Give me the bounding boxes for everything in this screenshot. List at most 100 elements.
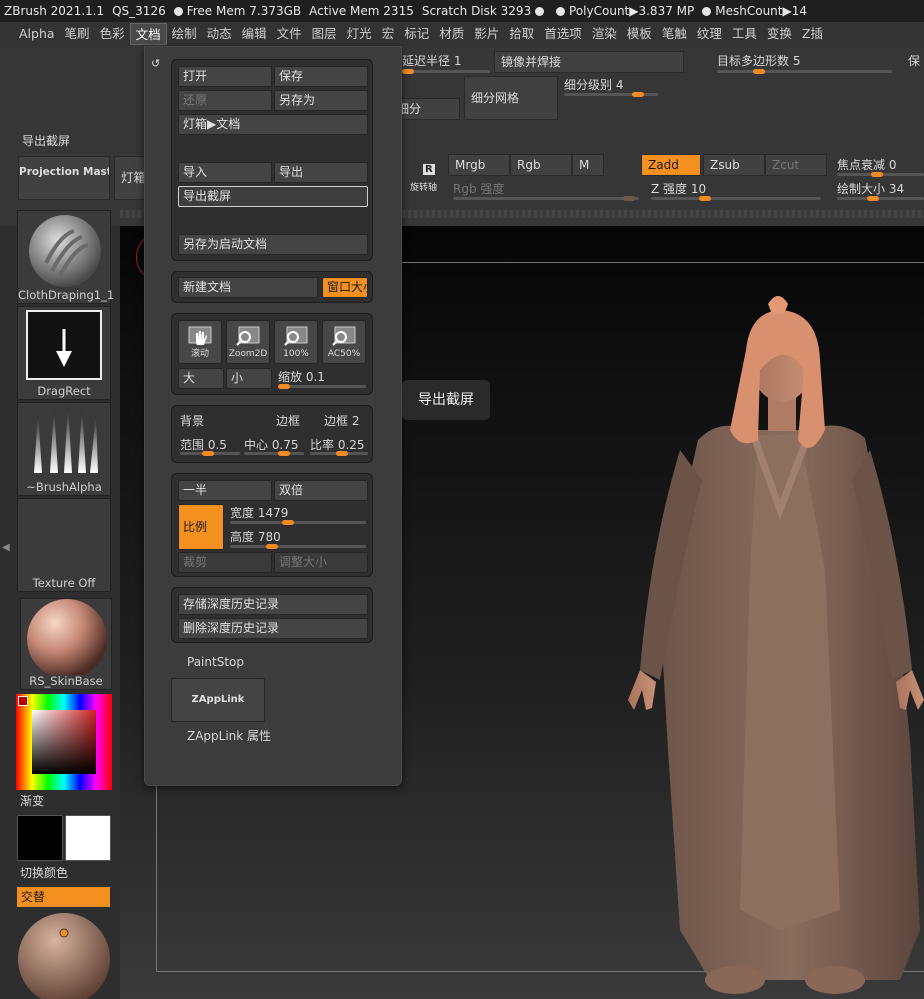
rotate-axis-label[interactable]: 旋转轴 <box>410 180 437 193</box>
paintstop-label[interactable]: PaintStop <box>187 655 244 669</box>
half-button[interactable]: 一半 <box>178 480 272 501</box>
zapplink-properties-label[interactable]: ZAppLink 属性 <box>187 727 271 744</box>
range-track[interactable] <box>180 451 240 456</box>
target-poly-track[interactable] <box>717 69 892 74</box>
height-slider[interactable]: 高度 780 <box>230 528 281 545</box>
menu-item[interactable]: 灯光 <box>342 23 377 45</box>
draw-size-slider[interactable]: 绘制大小 34 <box>837 180 904 197</box>
collapse-arrow-icon[interactable]: ◀ <box>2 542 10 562</box>
material-thumbnail[interactable]: RS_SkinBase <box>20 598 112 690</box>
slider-knob[interactable] <box>623 196 635 201</box>
slider-knob[interactable] <box>632 92 644 97</box>
color-picker[interactable] <box>16 694 112 790</box>
export-screen-button[interactable]: 导出截屏 <box>178 186 368 207</box>
menu-item[interactable]: 宏 <box>377 23 400 45</box>
store-depth-history-button[interactable]: 存储深度历史记录 <box>178 594 368 615</box>
draw-size-track[interactable] <box>837 196 924 201</box>
target-poly-slider[interactable]: 目标多边形数 5 <box>717 52 800 69</box>
slider-knob[interactable] <box>753 69 765 74</box>
open-button[interactable]: 打开 <box>178 66 272 87</box>
height-track[interactable] <box>230 544 366 549</box>
menu-item[interactable]: 笔触 <box>657 23 692 45</box>
slider-knob[interactable] <box>282 520 294 525</box>
import-button[interactable]: 导入 <box>178 162 272 183</box>
slider-knob[interactable] <box>278 451 290 456</box>
brush-thumbnail[interactable]: ClothDraping1_1 <box>17 210 114 304</box>
zadd-button[interactable]: Zadd <box>641 154 701 176</box>
menu-item[interactable]: 纹理 <box>692 23 727 45</box>
half-size-button[interactable]: AC50% <box>322 320 366 364</box>
gradient-label[interactable]: 渐变 <box>20 792 44 809</box>
menu-item[interactable]: 拾取 <box>504 23 539 45</box>
small-button[interactable]: 小 <box>226 368 272 389</box>
alpha-thumbnail[interactable]: ~BrushAlpha <box>17 402 111 496</box>
save-right-button[interactable]: 保 <box>908 52 920 69</box>
switch-color-button[interactable]: 切换颜色 <box>20 864 68 881</box>
delete-depth-history-button[interactable]: 删除深度历史记录 <box>178 618 368 639</box>
center-slider[interactable]: 中心 0.75 <box>244 436 299 453</box>
slider-knob[interactable] <box>402 69 414 74</box>
rgb-strength-track[interactable] <box>453 196 639 201</box>
slider-knob[interactable] <box>699 196 711 201</box>
menu-item[interactable]: Z插 <box>797 23 828 45</box>
menu-item[interactable]: 图层 <box>307 23 342 45</box>
slider-knob[interactable] <box>266 544 278 549</box>
menu-item[interactable]: 编辑 <box>237 23 272 45</box>
zsub-button[interactable]: Zsub <box>703 154 765 176</box>
rgb-strength-slider[interactable]: Rgb 强度 <box>453 180 504 197</box>
projection-master-button[interactable]: Projection Master <box>18 156 110 200</box>
mrgb-button[interactable]: Mrgb <box>448 154 510 176</box>
main-color-swatch[interactable] <box>17 815 63 861</box>
sculpted-character-model[interactable] <box>620 290 924 999</box>
menu-item[interactable]: 绘制 <box>167 23 202 45</box>
subdiv-level-track[interactable] <box>564 92 658 97</box>
z-intensity-track[interactable] <box>651 196 821 201</box>
menu-item[interactable]: 文档 <box>129 23 167 45</box>
new-document-button[interactable]: 新建文档 <box>178 277 318 298</box>
lightbox-documents-button[interactable]: 灯箱▶文档 <box>178 114 368 135</box>
refresh-icon[interactable]: ↺ <box>151 57 163 70</box>
slider-knob[interactable] <box>202 451 214 456</box>
zcut-button[interactable]: Zcut <box>765 154 827 176</box>
focal-shift-track[interactable] <box>837 172 924 177</box>
mirror-weld-button[interactable]: 镜像并焊接 <box>494 51 684 73</box>
menu-item[interactable]: 文件 <box>272 23 307 45</box>
menu-item[interactable]: 色彩 <box>95 23 130 45</box>
delay-radius-track[interactable] <box>402 69 490 74</box>
export-button[interactable]: 导出 <box>274 162 368 183</box>
menu-item[interactable]: 动态 <box>202 23 237 45</box>
width-slider[interactable]: 宽度 1479 <box>230 504 288 521</box>
slider-knob[interactable] <box>867 196 879 201</box>
double-button[interactable]: 双倍 <box>274 480 368 501</box>
save-as-button[interactable]: 另存为 <box>274 90 368 111</box>
crop-button[interactable]: 裁剪 <box>178 552 272 573</box>
border2-label[interactable]: 边框 2 <box>324 412 359 429</box>
large-button[interactable]: 大 <box>178 368 224 389</box>
center-track[interactable] <box>244 451 304 456</box>
delay-radius-slider[interactable]: 延迟半径 1 <box>402 52 461 69</box>
zapplink-button[interactable]: ZAppLink <box>171 678 265 722</box>
border-label[interactable]: 边框 <box>276 412 300 429</box>
zoom-track[interactable] <box>278 384 366 389</box>
menu-item[interactable]: 渲染 <box>587 23 622 45</box>
ratio-track[interactable] <box>310 451 368 456</box>
resize-button[interactable]: 调整大小 <box>274 552 368 573</box>
texture-thumbnail[interactable]: Texture Off <box>17 498 111 592</box>
subdivide-mesh-button[interactable]: 细分网格 <box>464 76 558 120</box>
rgb-button[interactable]: Rgb <box>510 154 572 176</box>
focal-shift-slider[interactable]: 焦点衰减 0 <box>837 156 896 173</box>
background-label[interactable]: 背景 <box>180 412 204 429</box>
stroke-thumbnail[interactable]: DragRect <box>17 306 111 400</box>
actual-size-button[interactable]: 100% <box>274 320 318 364</box>
z-intensity-slider[interactable]: Z 强度 10 <box>651 180 706 197</box>
revert-button[interactable]: 还原 <box>178 90 272 111</box>
menu-item[interactable]: 标记 <box>399 23 434 45</box>
secondary-color-swatch[interactable] <box>65 815 111 861</box>
menu-item[interactable]: 模板 <box>622 23 657 45</box>
menu-item[interactable]: Alpha <box>14 23 60 45</box>
proportion-button[interactable]: 比例 <box>178 504 224 550</box>
menu-item[interactable]: 笔刷 <box>60 23 95 45</box>
menu-item[interactable]: 变换 <box>762 23 797 45</box>
slider-knob[interactable] <box>336 451 348 456</box>
slider-knob[interactable] <box>278 384 290 389</box>
